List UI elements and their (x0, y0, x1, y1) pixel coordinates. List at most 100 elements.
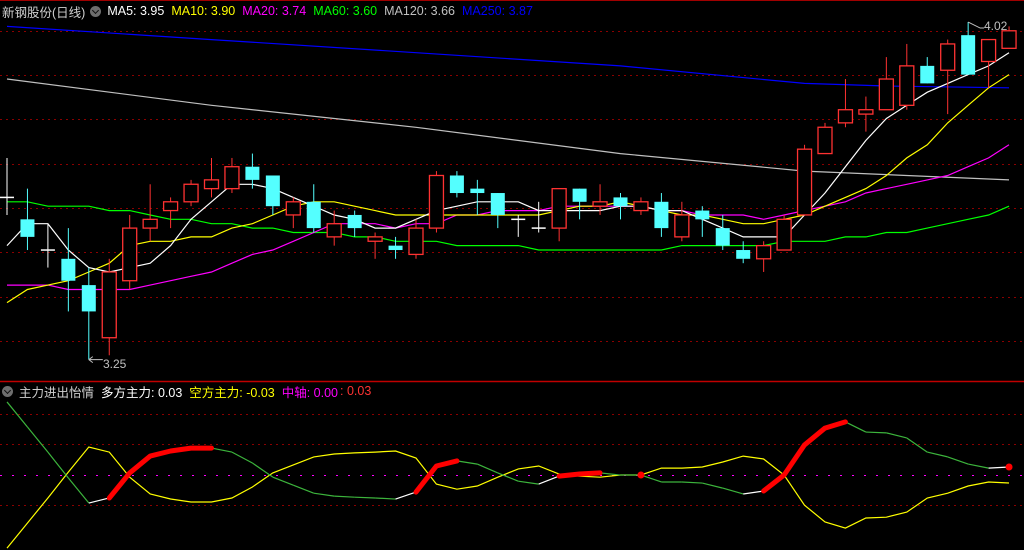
candlesticks[interactable] (0, 22, 1017, 360)
candle[interactable] (347, 210, 362, 237)
candle-body (347, 214, 362, 229)
candle[interactable] (961, 22, 976, 75)
candle-body (142, 218, 158, 229)
candle-body (736, 250, 751, 259)
long-force-segment (599, 472, 621, 476)
long-force-segment (518, 480, 539, 485)
long-force-segment (927, 451, 948, 458)
candle[interactable] (142, 184, 158, 242)
low-price-label: 3.25 (103, 357, 127, 371)
long-force-segment (252, 462, 274, 478)
long-force-segment (456, 460, 478, 465)
candle-body (408, 227, 424, 256)
candle[interactable] (531, 201, 546, 233)
candle[interactable] (980, 38, 997, 88)
long-force-segment (477, 463, 499, 474)
candle-body (449, 175, 464, 194)
candle[interactable] (428, 171, 445, 233)
candle[interactable] (183, 179, 199, 207)
candle-body (61, 258, 76, 281)
candle[interactable] (101, 258, 117, 356)
candle[interactable] (796, 144, 813, 216)
candle-body (674, 214, 690, 238)
candle-body (633, 201, 649, 212)
ma250-line (6, 25, 1010, 89)
candle[interactable] (203, 157, 220, 198)
long-force-segment (47, 451, 69, 479)
candle[interactable] (920, 57, 935, 84)
candle[interactable] (162, 197, 179, 229)
highlight-segment (761, 419, 848, 494)
candle[interactable] (0, 157, 14, 215)
candle-body (285, 201, 301, 216)
candle[interactable] (940, 39, 956, 115)
candle[interactable] (756, 241, 772, 272)
candle[interactable] (674, 201, 690, 242)
candle-body (572, 188, 587, 202)
candle-body (203, 179, 220, 190)
extra-value-label: : 0.03 (340, 384, 372, 398)
candle-body (980, 38, 997, 63)
indicator-panel (6, 401, 1013, 549)
candle-body (756, 244, 772, 260)
high-arrow-icon (967, 21, 985, 29)
candle[interactable] (511, 214, 526, 237)
candle-body (551, 187, 567, 229)
candle[interactable] (878, 57, 894, 111)
candle[interactable] (837, 79, 854, 128)
candle-body (695, 210, 710, 220)
highlight-dot (637, 471, 645, 479)
candle[interactable] (858, 96, 874, 132)
long-force-label: 多方主力: 0.03 (101, 385, 183, 400)
candle[interactable] (490, 193, 505, 229)
long-force-segment (211, 447, 233, 453)
price-header: 新钢股份(日线) MA5: 3.95 MA10: 3.90 MA20: 3.74… (2, 2, 540, 20)
candle[interactable] (285, 197, 301, 229)
candle-body (613, 197, 628, 207)
candle[interactable] (367, 232, 383, 259)
candle[interactable] (633, 197, 649, 215)
chevron-down-icon[interactable] (90, 5, 102, 17)
candle-body (388, 245, 403, 251)
candle[interactable] (265, 175, 280, 215)
candle[interactable] (122, 214, 138, 290)
candle[interactable] (81, 267, 96, 360)
candle[interactable] (551, 187, 567, 242)
candle[interactable] (224, 157, 240, 194)
candle[interactable] (449, 171, 464, 198)
long-force-segment (313, 492, 335, 497)
candle-body (245, 166, 260, 180)
long-force-segment (845, 421, 867, 433)
candle[interactable] (61, 228, 76, 312)
ma10-line (6, 74, 1010, 304)
low-arrow-icon (88, 356, 103, 364)
candle[interactable] (20, 188, 35, 251)
candle[interactable] (654, 193, 669, 237)
candle[interactable] (776, 214, 792, 251)
candle[interactable] (817, 122, 833, 155)
candle[interactable] (470, 179, 485, 215)
stock-chart[interactable] (0, 0, 1024, 550)
indicator-name: 主力进出怡情 (19, 385, 95, 400)
candle-body (961, 35, 976, 75)
long-force-segment (395, 491, 417, 500)
candle-body (428, 174, 445, 229)
candle[interactable] (245, 153, 260, 189)
candle[interactable] (572, 188, 587, 220)
candle-body (326, 223, 342, 238)
candle[interactable] (899, 43, 915, 110)
candle-body (654, 201, 669, 229)
long-force-segment (865, 431, 887, 434)
ma60-label: MA60: 3.60 (313, 4, 378, 18)
chevron-down-icon[interactable] (2, 385, 13, 397)
candle[interactable] (613, 193, 628, 220)
candle-body (81, 285, 96, 312)
axis-label: 中轴: 0.00 (281, 385, 339, 400)
long-force-segment (906, 437, 928, 453)
candle-body (837, 109, 854, 124)
grid-lines (0, 31, 1024, 506)
long-force-segment (947, 456, 969, 465)
candle[interactable] (736, 241, 751, 264)
candle[interactable] (306, 184, 321, 233)
long-force-segment (538, 475, 560, 485)
